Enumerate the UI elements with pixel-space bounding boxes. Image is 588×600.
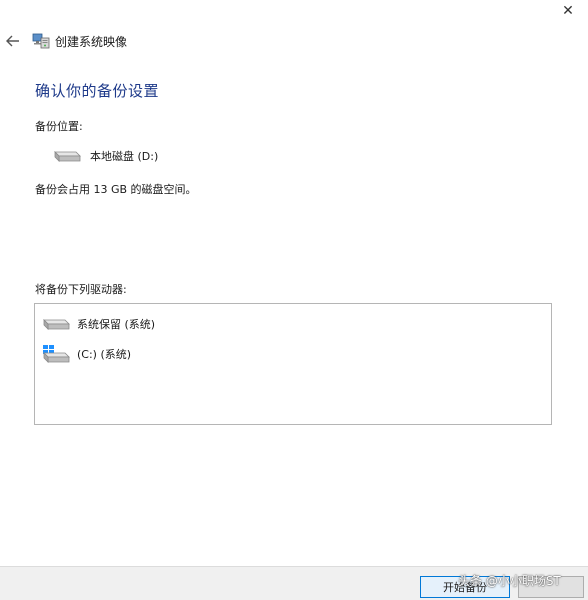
drive-item-label: (C:) (系统) [77,348,132,361]
title-bar: 创建系统映像 [0,28,588,54]
disk-space-note: 备份会占用 13 GB 的磁盘空间。 [35,183,197,196]
drive-item-label: 系统保留 (系统) [77,318,156,331]
backup-location-value: 本地磁盘 (D:) [90,150,159,163]
drive-item-c[interactable]: (C:) (系统) [41,344,131,364]
hard-drive-icon [54,151,81,162]
back-arrow-icon [6,35,19,47]
watermark-text: 头条 @小小职场ST [458,574,561,588]
close-button[interactable]: ✕ [558,2,578,20]
backup-location-row: 本地磁盘 (D:) [52,148,158,164]
drive-item-system-reserved[interactable]: 系统保留 (系统) [41,316,155,332]
drives-list-label: 将备份下列驱动器: [35,283,127,296]
page-heading: 确认你的备份设置 [35,82,160,100]
window-title: 创建系统映像 [55,34,128,49]
create-system-image-window: ✕ 创建系统映像 确认你的备份设置 备份位置: 本地磁盘 (D:) 备份会占用 … [0,0,588,600]
hard-drive-icon [43,319,70,330]
backup-location-label: 备份位置: [35,120,83,133]
backup-computer-icon [32,33,50,49]
windows-drive-icon [43,345,70,363]
back-button[interactable] [1,29,25,53]
drives-list[interactable]: 系统保留 (系统) (C:) (系统) [34,303,552,425]
